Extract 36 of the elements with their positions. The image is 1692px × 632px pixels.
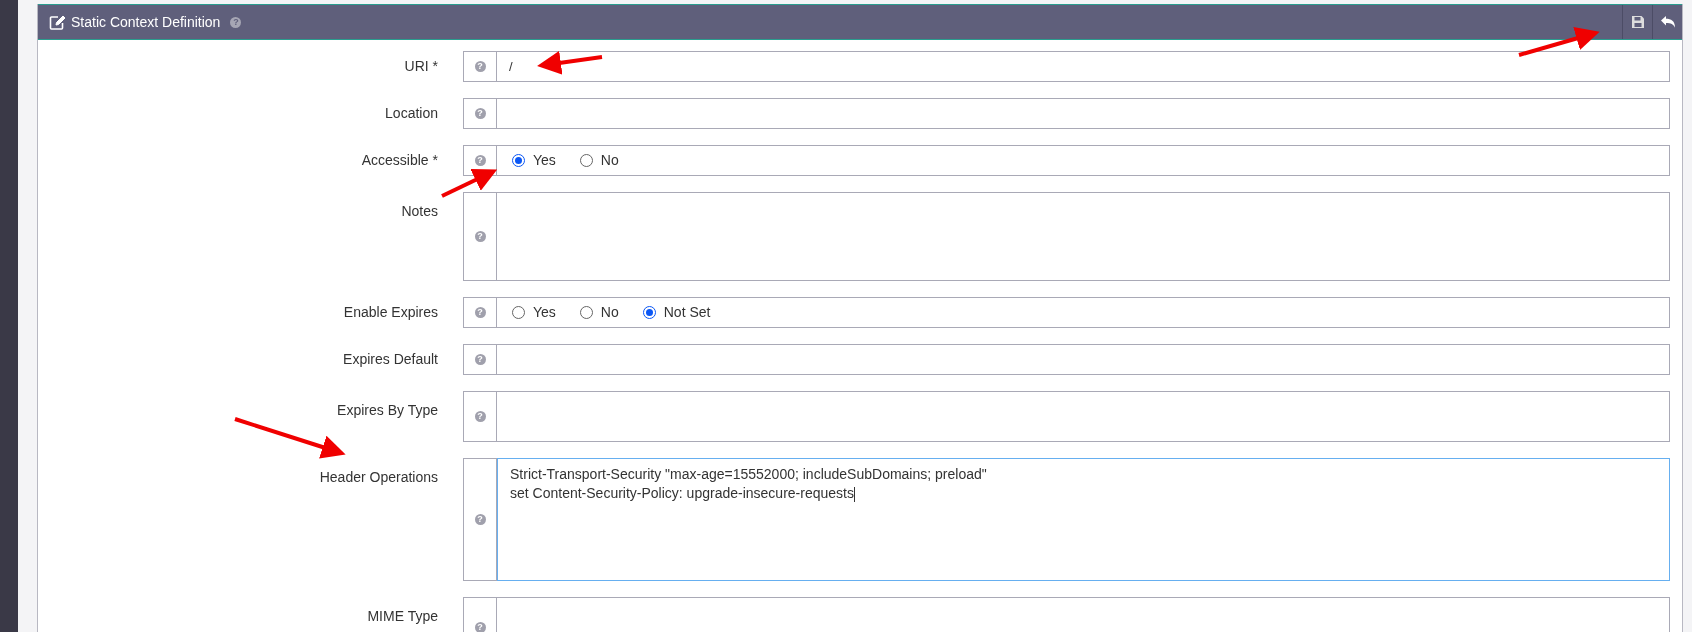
reply-icon	[1660, 16, 1675, 28]
field-label: MIME Type	[367, 608, 438, 624]
help-icon: ?	[474, 354, 486, 365]
field-label: URI *	[404, 58, 438, 74]
save-icon	[1631, 16, 1644, 28]
radio-option[interactable]: No	[579, 302, 619, 323]
text-field[interactable]	[497, 98, 1670, 129]
radio-option[interactable]: Yes	[512, 150, 556, 171]
text-field[interactable]: /	[497, 51, 1670, 82]
text-field[interactable]	[497, 344, 1670, 375]
panel-title: Static Context Definition	[71, 12, 221, 32]
radio-option[interactable]: No	[579, 150, 619, 171]
field-label: Location	[385, 105, 438, 121]
field-label: Expires By Type	[337, 402, 438, 418]
textarea-field[interactable]: Strict-Transport-Security "max-age=15552000; includeSubDomains; preload" set Content-Security-Policy: upgrade-insecure-requests	[497, 458, 1670, 581]
field-label: Enable Expires	[343, 304, 438, 320]
help-icon: ?	[474, 61, 486, 72]
help-icon: ?	[474, 108, 486, 119]
annotation-arrow	[537, 50, 603, 75]
textarea-field[interactable]	[497, 192, 1670, 281]
edit-icon	[49, 14, 66, 30]
textarea-field[interactable]	[497, 391, 1670, 442]
field-label: Expires Default	[343, 351, 438, 367]
help-icon: ?	[230, 16, 242, 28]
annotation-arrow	[441, 169, 498, 198]
help-icon: ?	[474, 307, 486, 318]
field-label: Accessible *	[361, 152, 438, 168]
help-icon: ?	[474, 514, 486, 525]
field-label: Notes	[401, 203, 438, 219]
help-icon: ?	[474, 231, 486, 242]
radio-option[interactable]: Not Set	[642, 302, 711, 323]
help-icon: ?	[474, 621, 486, 632]
help-icon: ?	[474, 411, 486, 422]
field-label: Header Operations	[319, 469, 438, 485]
help-icon: ?	[474, 155, 486, 166]
radio-option[interactable]: Yes	[512, 302, 556, 323]
